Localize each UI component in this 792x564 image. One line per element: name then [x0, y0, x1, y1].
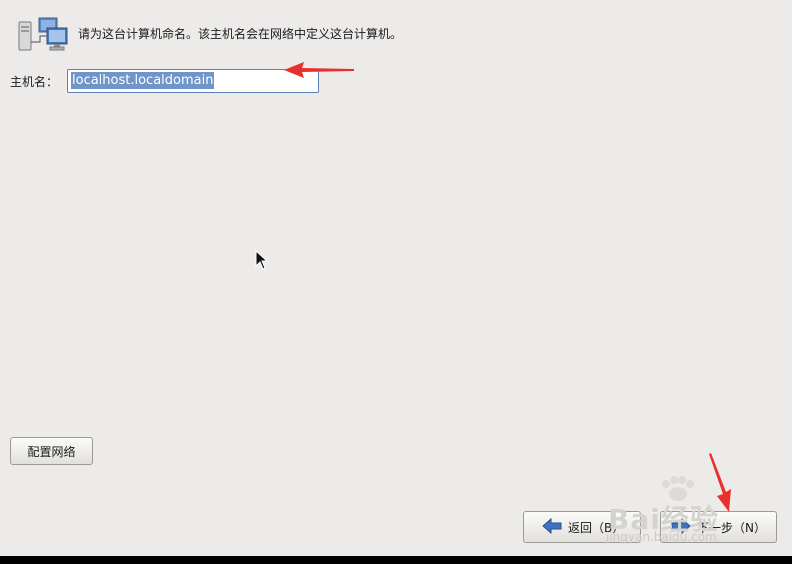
- installer-screen: 请为这台计算机命名。该主机名会在网络中定义这台计算机。 主机名： localho…: [0, 0, 792, 556]
- network-computers-icon: [18, 16, 68, 52]
- annotation-arrow-hostname-icon: [282, 60, 356, 83]
- mouse-cursor-icon: [255, 249, 269, 273]
- configure-network-button[interactable]: 配置网络: [10, 437, 93, 465]
- configure-network-label: 配置网络: [27, 444, 76, 459]
- header-description: 请为这台计算机命名。该主机名会在网络中定义这台计算机。: [78, 27, 403, 41]
- hostname-label: 主机名：: [10, 75, 59, 89]
- hostname-value: localhost.localdomain: [71, 72, 215, 89]
- bottom-bar: [0, 556, 792, 564]
- header: [18, 16, 68, 52]
- watermark-url: jingyan.baidu.com: [606, 530, 717, 544]
- arrow-left-icon: [542, 517, 562, 537]
